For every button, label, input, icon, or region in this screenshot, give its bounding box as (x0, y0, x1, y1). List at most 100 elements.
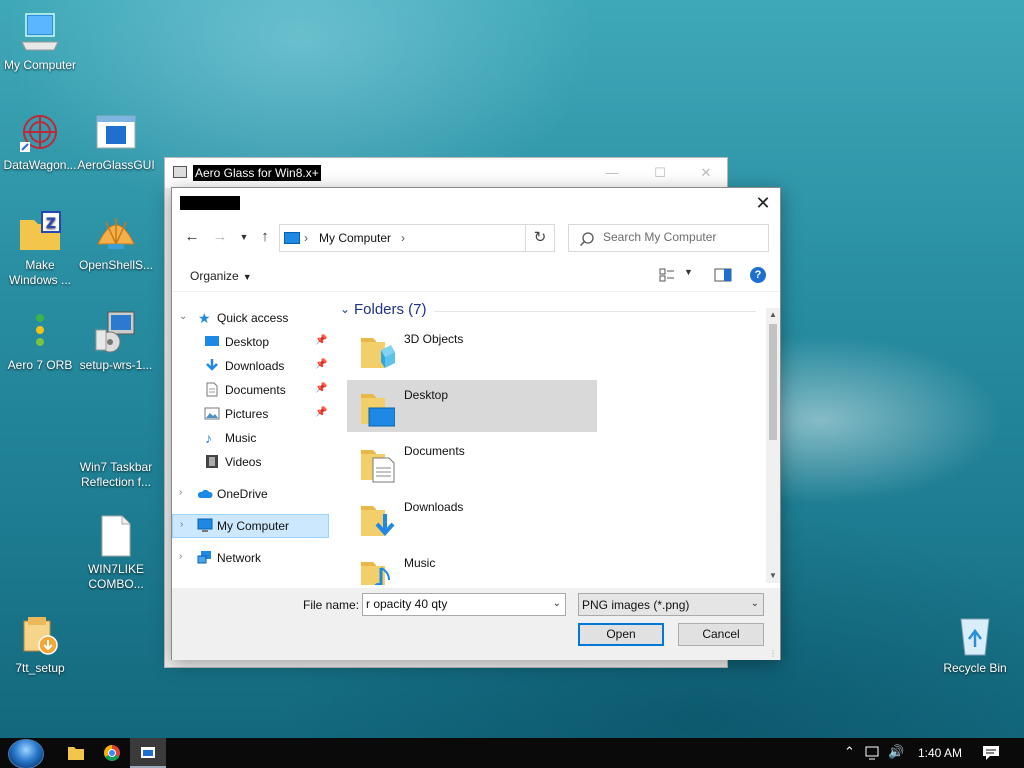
view-options-dropdown-icon[interactable]: ▼ (684, 267, 693, 283)
search-box[interactable] (568, 224, 769, 252)
expand-icon[interactable]: › (179, 551, 182, 562)
notification-icon[interactable] (982, 745, 1000, 761)
taskbar-chrome[interactable] (94, 738, 130, 768)
nav-item-network[interactable]: › Network (172, 546, 329, 570)
folder-name: 3D Objects (404, 332, 464, 346)
close-icon[interactable]: ✕ (691, 162, 721, 184)
dialog-close-button[interactable]: ✕ (746, 188, 780, 218)
folder-name: Documents (404, 444, 465, 458)
breadcrumb-separator-icon[interactable]: › (401, 231, 405, 245)
folder-icon (68, 747, 84, 760)
nav-item-my-computer[interactable]: › My Computer (172, 514, 329, 538)
forward-button[interactable]: → (210, 227, 230, 247)
taskbar: ⌃ 🔊 1:40 AM (0, 738, 1024, 768)
folder-documents-icon (361, 450, 395, 483)
refresh-button[interactable]: ↻ (525, 224, 555, 252)
nav-item-videos[interactable]: Videos (172, 450, 329, 474)
folders-group-header[interactable]: ⌄ Folders (7) (338, 300, 758, 322)
aero-glass-titlebar[interactable]: Aero Glass for Win8.x+ — ☐ ✕ (165, 158, 727, 188)
desktop-icon-aeroglassgui[interactable]: AeroGlassGUI (76, 110, 156, 173)
desktop-icon-win7-taskbar[interactable]: Win7 Taskbar Reflection f... (76, 412, 156, 490)
folder-music-icon (361, 562, 390, 585)
expand-icon[interactable]: › (179, 487, 182, 498)
scrollbar-thumb[interactable] (769, 324, 777, 440)
desktop-icon-aero7orb[interactable]: Aero 7 ORB (0, 310, 80, 373)
cancel-button[interactable]: Cancel (678, 623, 764, 646)
nav-item-downloads[interactable]: Downloads 📌 (172, 354, 329, 378)
desktop-icon-7tt-setup[interactable]: 7tt_setup (0, 613, 80, 676)
start-orb-icon[interactable] (8, 739, 44, 768)
back-button[interactable]: ← (182, 227, 202, 247)
breadcrumb-separator-icon: › (304, 231, 308, 245)
up-button[interactable]: ↑ (255, 227, 275, 247)
desktop-icon-setup-wrs[interactable]: setup-wrs-1... (76, 310, 156, 373)
nav-item-pictures[interactable]: Pictures 📌 (172, 402, 329, 426)
dialog-footer: File name: ⌄ PNG images (*.png) ⌄ Open C… (172, 588, 780, 660)
breadcrumb-my-computer[interactable]: My Computer (319, 231, 391, 245)
file-list-scrollbar[interactable]: ▲ ▼ (766, 308, 780, 583)
nav-item-label: Quick access (217, 311, 289, 325)
tray-overflow-icon[interactable]: ⌃ (844, 744, 855, 760)
nav-item-label: Network (217, 551, 262, 565)
network-icon (197, 551, 211, 564)
desktop-icon-win7like[interactable]: WIN7LIKE COMBO... (76, 514, 156, 592)
nav-item-onedrive[interactable]: › OneDrive (172, 482, 329, 506)
scroll-down-icon[interactable]: ▼ (766, 569, 780, 583)
dialog-titlebar[interactable]: ✕ (172, 188, 780, 218)
installer-icon (94, 310, 138, 354)
maximize-icon[interactable]: ☐ (645, 162, 675, 184)
folder-item-music[interactable]: Music (347, 548, 597, 585)
desktop-icon-label: AeroGlassGUI (77, 158, 155, 172)
chevron-down-icon: ▼ (242, 272, 252, 282)
volume-icon[interactable]: 🔊 (888, 744, 904, 760)
aero-glass-title: Aero Glass for Win8.x+ (193, 165, 321, 181)
taskbar-aero-glass[interactable] (130, 738, 166, 768)
folder-item-documents[interactable]: Documents (347, 436, 597, 488)
file-type-select[interactable]: PNG images (*.png) ⌄ (578, 593, 764, 616)
nav-item-label: My Computer (217, 519, 290, 533)
desktop-icon-label: Win7 Taskbar Reflection f... (79, 460, 153, 489)
file-name-input[interactable] (366, 597, 544, 611)
collapse-icon[interactable]: ⌄ (340, 302, 350, 316)
file-name-combobox[interactable]: ⌄ (362, 593, 566, 616)
recent-locations-button[interactable]: ▼ (234, 227, 254, 247)
folder-name: Music (404, 556, 436, 570)
organize-button[interactable]: Organize ▼ (190, 269, 252, 283)
resize-grip-icon[interactable]: ⋮ (769, 649, 779, 659)
desktop-icon-openshell[interactable]: OpenShellS... (76, 210, 156, 273)
app-window-icon (173, 166, 187, 178)
clock[interactable]: 1:40 AM (918, 746, 962, 760)
search-input[interactable] (603, 230, 763, 244)
file-type-value: PNG images (*.png) (582, 598, 690, 612)
scroll-up-icon[interactable]: ▲ (766, 308, 780, 322)
taskbar-file-explorer[interactable] (58, 738, 94, 768)
desktop-icon-datawagon[interactable]: DataWagon... (0, 110, 80, 173)
desktop-icon-my-computer[interactable]: My Computer (0, 10, 80, 73)
expand-icon[interactable]: ⌄ (179, 311, 187, 322)
desktop-icon-recycle-bin[interactable]: Recycle Bin (935, 613, 1015, 676)
nav-item-documents[interactable]: Documents 📌 (172, 378, 329, 402)
desktop-icon-make-windows[interactable]: Z Make Windows ... (0, 210, 80, 288)
nav-item-desktop[interactable]: Desktop 📌 (172, 330, 329, 354)
computer-icon (18, 10, 62, 54)
nav-item-quick-access[interactable]: ⌄ ★ Quick access (172, 306, 329, 330)
chevron-down-icon[interactable]: ⌄ (553, 598, 561, 609)
folder-item-desktop[interactable]: Desktop (347, 380, 597, 432)
minimize-icon[interactable]: — (597, 162, 627, 184)
network-tray-icon[interactable] (865, 745, 881, 761)
nav-item-label: Documents (225, 383, 286, 397)
nav-item-label: Downloads (225, 359, 285, 373)
expand-icon[interactable]: › (180, 519, 183, 530)
desktop-icon-label: OpenShellS... (78, 258, 154, 272)
nav-item-music[interactable]: ♪ Music (172, 426, 329, 450)
open-button[interactable]: Open (578, 623, 664, 646)
desktop-icon-label: DataWagon... (3, 158, 77, 172)
preview-pane-icon[interactable] (714, 267, 732, 283)
folder-item-downloads[interactable]: Downloads (347, 492, 597, 544)
desktop-icon-label: 7tt_setup (15, 661, 65, 675)
folder-item-3d-objects[interactable]: 3D Objects (347, 324, 597, 376)
view-options-icon[interactable] (659, 267, 675, 283)
help-icon[interactable]: ? (750, 267, 766, 283)
address-bar[interactable]: › My Computer › ⌄ (279, 224, 555, 252)
navigation-pane: ⌄ ★ Quick access Desktop 📌 Downloads 📌 D… (172, 298, 332, 578)
